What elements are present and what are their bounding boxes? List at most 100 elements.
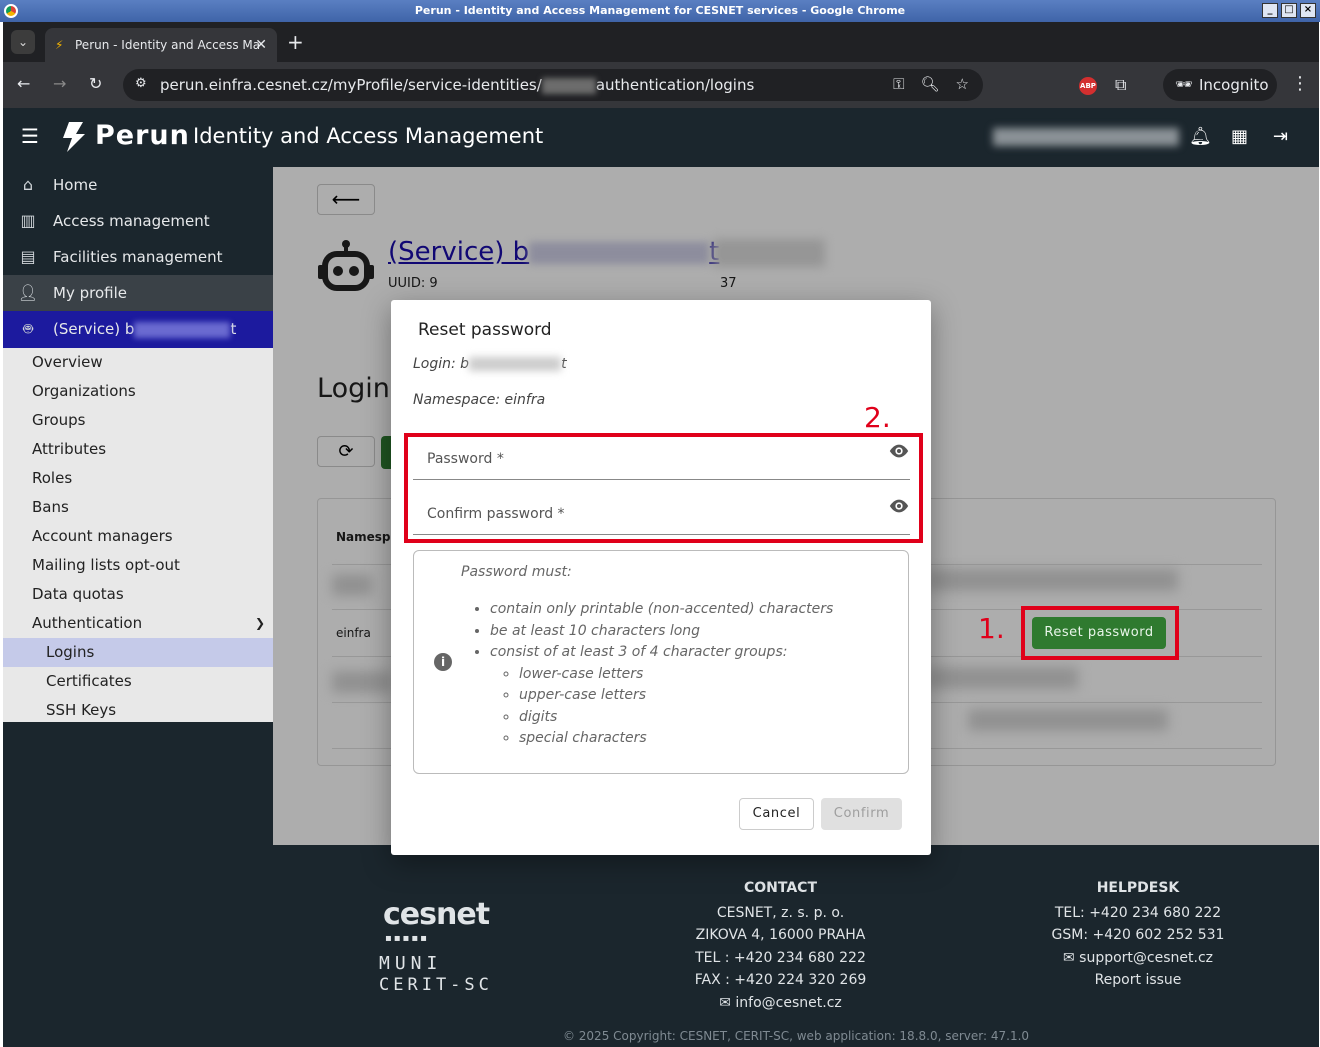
- cerit-logo: CERIT-SC: [379, 975, 493, 995]
- subnav-attributes[interactable]: Attributes: [3, 435, 273, 464]
- group-item: upper-case letters: [519, 685, 833, 707]
- notifications-bell-icon[interactable]: 🔔︎: [1189, 126, 1212, 147]
- user-name-redacted: [993, 128, 1179, 146]
- annotation-step-2: 2.: [864, 401, 891, 434]
- tab-close-icon[interactable]: ✕: [255, 28, 267, 62]
- forward-arrow-icon[interactable]: →: [53, 74, 66, 93]
- subnav-authentication[interactable]: Authentication ❯: [3, 609, 273, 638]
- annotation-box-step-1: [1021, 606, 1179, 660]
- subnav-groups[interactable]: Groups: [3, 406, 273, 435]
- subnav-logins[interactable]: Logins: [3, 638, 273, 667]
- url-text: perun.einfra.cesnet.cz/myProfile/service…: [160, 76, 755, 94]
- building-icon: ▥: [20, 211, 36, 230]
- group-item: special characters: [519, 728, 833, 750]
- helpdesk-line: TEL: +420 234 680 222: [1054, 904, 1222, 921]
- subnav-overview[interactable]: Overview: [3, 348, 273, 377]
- character-groups-list: lower-case letters upper-case letters di…: [519, 664, 833, 750]
- back-arrow-icon[interactable]: ←: [17, 74, 30, 93]
- sidebar-item-service[interactable]: 🤖︎ (Service) bt: [3, 311, 273, 348]
- key-icon[interactable]: ⚿: [893, 75, 904, 93]
- bookmark-star-icon[interactable]: ☆: [956, 75, 969, 93]
- logout-icon[interactable]: ⇥: [1273, 126, 1288, 147]
- support-email-link[interactable]: ✉ support@cesnet.cz: [1038, 947, 1238, 970]
- logo-text: Perun: [95, 120, 190, 151]
- menu-toggle-icon[interactable]: ☰: [21, 124, 39, 148]
- new-tab-button[interactable]: +: [287, 30, 304, 54]
- contact-heading: CONTACT: [743, 880, 817, 896]
- info-icon: i: [434, 653, 452, 671]
- browser-menu-icon[interactable]: ⋮: [1291, 73, 1309, 94]
- subnav-data-quotas[interactable]: Data quotas: [3, 580, 273, 609]
- footer: cesnet ▪▪▪▪▪ MUNI CERIT-SC CONTACT CESNE…: [273, 845, 1319, 1047]
- dialog-title: Reset password: [418, 320, 552, 340]
- cesnet-logo: cesnet: [383, 897, 490, 932]
- sidebar-item-facilities-management[interactable]: ▤ Facilities management: [3, 239, 273, 275]
- facility-icon: ▤: [20, 247, 36, 266]
- footer-helpdesk: HELPDESK TEL: +420 234 680 222 GSM: +420…: [1038, 877, 1238, 992]
- apps-grid-icon[interactable]: ▦: [1231, 126, 1248, 147]
- password-requirements: i Password must: contain only printable …: [413, 550, 909, 774]
- report-issue-link[interactable]: Report issue: [1038, 969, 1238, 992]
- contact-line: FAX : +420 224 320 269: [694, 972, 867, 988]
- contact-line: TEL : +420 234 680 222: [695, 949, 866, 966]
- reload-icon[interactable]: ↻: [89, 74, 102, 93]
- group-item: lower-case letters: [519, 664, 833, 686]
- window-controls: _ □ ×: [1262, 3, 1316, 18]
- dialog-namespace: Namespace: einfra: [413, 392, 546, 408]
- subnav-roles[interactable]: Roles: [3, 464, 273, 493]
- cesnet-logo-dots: ▪▪▪▪▪: [385, 933, 429, 944]
- sidebar-item-home[interactable]: ⌂ Home: [3, 167, 273, 203]
- confirm-button[interactable]: Confirm: [821, 798, 902, 830]
- chevron-down-icon: ❯: [254, 616, 265, 630]
- home-icon: ⌂: [22, 175, 34, 194]
- site-info-icon[interactable]: ⚙: [135, 76, 147, 91]
- subnav-account-managers[interactable]: Account managers: [3, 522, 273, 551]
- perun-favicon-icon: ⚡: [55, 38, 64, 52]
- subnav-mailing-lists-opt-out[interactable]: Mailing lists opt-out: [3, 551, 273, 580]
- dialog-login: Login: bt: [413, 356, 567, 372]
- muni-logo: MUNI: [379, 953, 443, 974]
- helpdesk-line: GSM: +420 602 252 531: [1051, 927, 1225, 943]
- requirement-item: contain only printable (non-accented) ch…: [490, 599, 833, 621]
- minimize-button[interactable]: _: [1262, 3, 1278, 18]
- zoom-icon[interactable]: 🔍︎: [921, 75, 940, 93]
- contact-line: ZIKOVA 4, 16000 PRAHA: [695, 927, 866, 943]
- incognito-indicator[interactable]: 🕶︎ Incognito: [1163, 69, 1277, 101]
- subnav-ssh-keys[interactable]: SSH Keys: [3, 696, 273, 725]
- annotation-step-1: 1.: [978, 612, 1005, 645]
- copyright-text: © 2025 Copyright: CESNET, CERIT-SC, web …: [562, 1029, 1030, 1043]
- cancel-button[interactable]: Cancel: [739, 798, 814, 830]
- window-title-bar: Perun - Identity and Access Management f…: [0, 0, 1320, 22]
- requirement-item: be at least 10 characters long: [490, 621, 833, 643]
- tab-search-button[interactable]: ⌄: [11, 30, 35, 54]
- subnav-certificates[interactable]: Certificates: [3, 667, 273, 696]
- chrome-icon: [4, 4, 18, 18]
- subnav-bans[interactable]: Bans: [3, 493, 273, 522]
- group-item: digits: [519, 707, 833, 729]
- sidebar-item-access-management[interactable]: ▥ Access management: [3, 203, 273, 239]
- sidebar-item-my-profile[interactable]: 👤︎ My profile: [3, 275, 273, 311]
- footer-contact: CONTACT CESNET, z. s. p. o. ZIKOVA 4, 16…: [678, 877, 883, 1014]
- browser-tab[interactable]: ⚡ Perun - Identity and Access Ma ✕: [45, 28, 277, 62]
- address-bar[interactable]: ⚙ perun.einfra.cesnet.cz/myProfile/servi…: [123, 69, 983, 101]
- annotation-box-step-2: [404, 433, 923, 543]
- window-title: Perun - Identity and Access Management f…: [414, 4, 906, 17]
- mail-icon: ✉: [719, 994, 731, 1011]
- service-subnav: Overview Organizations Groups Attributes…: [3, 348, 273, 722]
- close-window-button[interactable]: ×: [1300, 3, 1316, 18]
- robot-icon: 🤖︎: [23, 319, 33, 338]
- app-title: Identity and Access Management: [193, 124, 544, 148]
- requirements-title: Password must:: [461, 564, 572, 580]
- adblock-icon[interactable]: ABP: [1079, 77, 1097, 95]
- sidebar: ⌂ Home ▥ Access management ▤ Facilities …: [3, 167, 273, 1047]
- extensions-icon[interactable]: ⧉: [1115, 75, 1126, 95]
- contact-line: CESNET, z. s. p. o.: [716, 904, 845, 921]
- person-icon: 👤︎: [17, 283, 39, 302]
- subnav-organizations[interactable]: Organizations: [3, 377, 273, 406]
- maximize-button[interactable]: □: [1281, 3, 1297, 18]
- contact-email-link[interactable]: ✉ info@cesnet.cz: [678, 992, 883, 1015]
- perun-logo-icon: [63, 122, 85, 152]
- incognito-icon: 🕶︎: [1175, 77, 1193, 93]
- mail-icon: ✉: [1062, 949, 1075, 966]
- helpdesk-heading: HELPDESK: [1096, 880, 1180, 896]
